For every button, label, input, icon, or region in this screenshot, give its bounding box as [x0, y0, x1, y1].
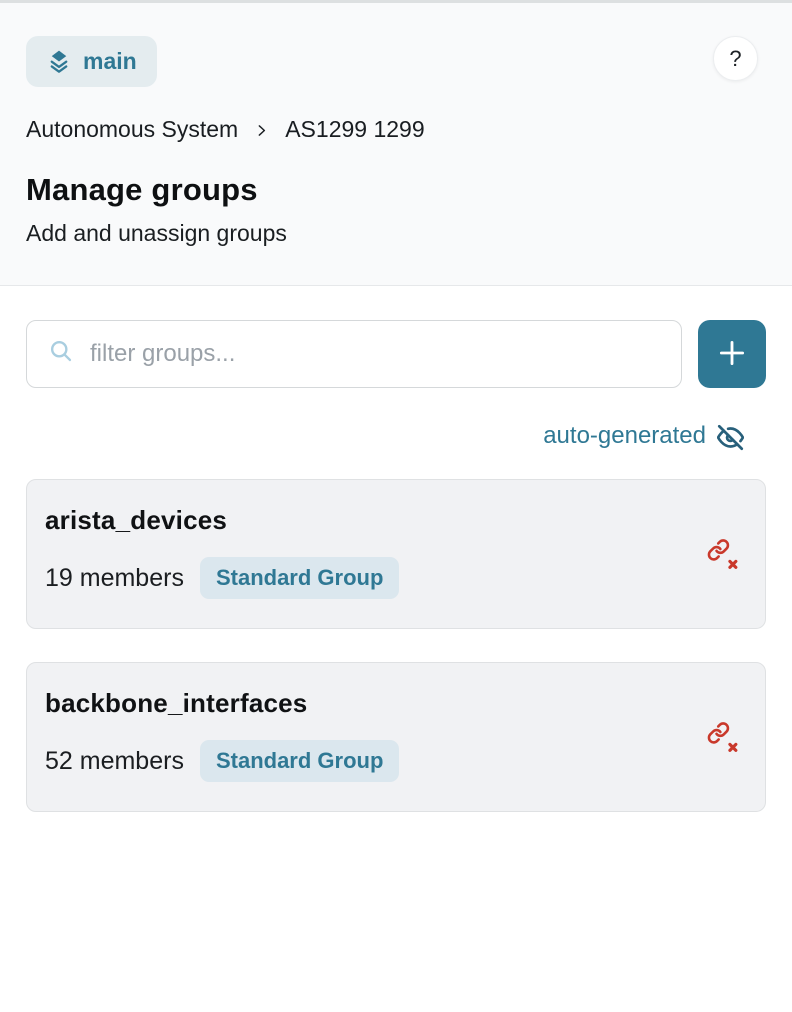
breadcrumb: Autonomous System AS1299 1299: [26, 116, 766, 143]
group-meta-row: 52 members Standard Group: [45, 740, 745, 782]
breadcrumb-item-autonomous-system[interactable]: Autonomous System: [26, 116, 238, 143]
member-count: 52 members: [45, 747, 184, 776]
branch-badge-label: main: [83, 48, 137, 75]
branch-selector-badge[interactable]: main: [26, 36, 157, 87]
group-meta-row: 19 members Standard Group: [45, 557, 745, 599]
group-card: arista_devices 19 members Standard Group: [26, 479, 766, 629]
filter-groups-input[interactable]: [90, 340, 663, 368]
group-type-badge: Standard Group: [200, 740, 399, 782]
plus-icon: [715, 336, 749, 373]
auto-generated-label: auto-generated: [543, 422, 706, 450]
filter-groups-searchbox: [26, 320, 682, 388]
group-card-list: arista_devices 19 members Standard Group: [26, 479, 766, 812]
content-area: auto-generated arista_devices 19 members…: [0, 286, 792, 1012]
header-top-row: main ?: [26, 36, 766, 87]
unassign-group-button[interactable]: [707, 539, 738, 570]
help-button-label: ?: [729, 46, 741, 72]
unlink-icon: [707, 741, 738, 756]
auto-generated-toggle[interactable]: auto-generated: [543, 421, 744, 451]
search-icon: [48, 338, 75, 370]
breadcrumb-item-object[interactable]: AS1299 1299: [285, 116, 424, 143]
chevron-right-icon: [253, 120, 270, 139]
group-type-badge: Standard Group: [200, 557, 399, 599]
page-title: Manage groups: [26, 172, 766, 208]
manage-groups-panel: main ? Autonomous System AS1299 1299 Man…: [0, 0, 792, 1012]
page-subtitle: Add and unassign groups: [26, 220, 766, 247]
toolbar: [26, 320, 766, 388]
member-count: 19 members: [45, 564, 184, 593]
group-name: backbone_interfaces: [45, 688, 745, 719]
auto-generated-row: auto-generated: [26, 421, 766, 451]
page-header: main ? Autonomous System AS1299 1299 Man…: [0, 0, 792, 286]
unlink-icon: [707, 558, 738, 573]
help-button[interactable]: ?: [713, 36, 758, 81]
group-name: arista_devices: [45, 505, 745, 536]
unassign-group-button[interactable]: [707, 722, 738, 753]
group-card: backbone_interfaces 52 members Standard …: [26, 662, 766, 812]
add-group-button[interactable]: [698, 320, 766, 388]
eye-off-icon: [717, 421, 744, 451]
layers-icon: [46, 48, 72, 75]
